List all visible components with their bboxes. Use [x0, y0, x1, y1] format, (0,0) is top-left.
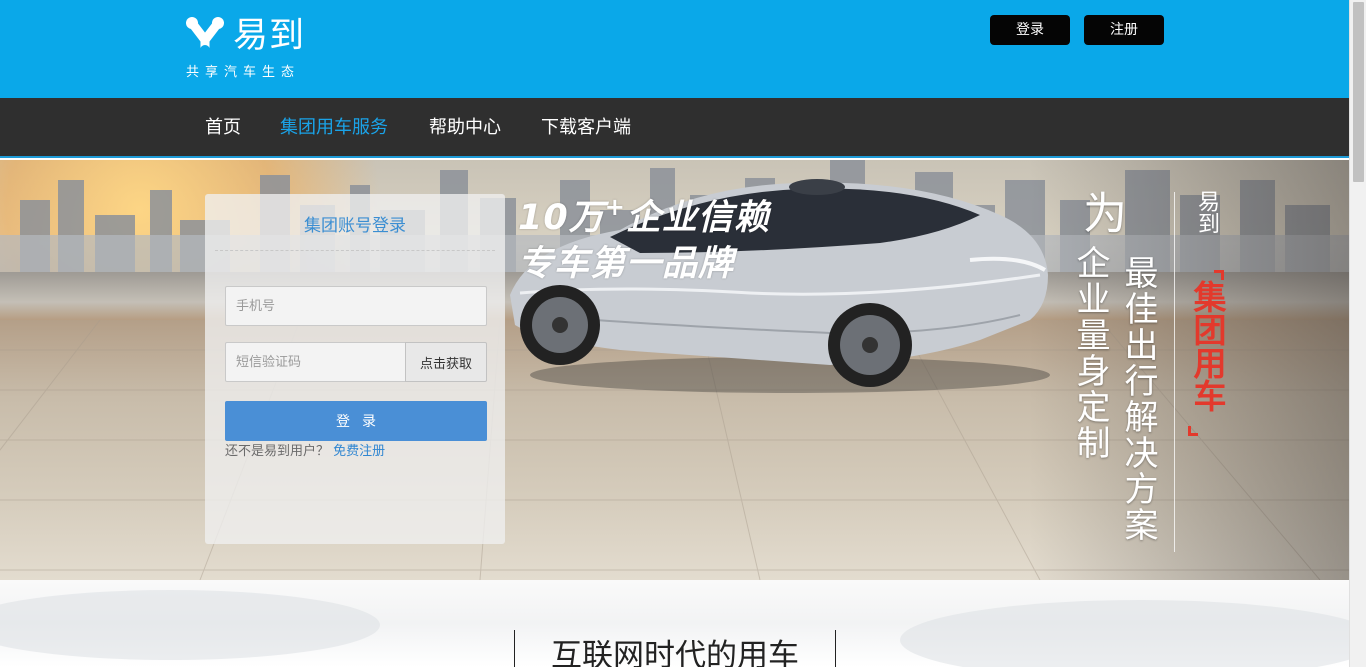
nav-item-help-center[interactable]: 帮助中心: [429, 98, 501, 158]
signup-prompt: 还不是易到用户？ 免费注册: [225, 444, 385, 460]
signup-prompt-text: 还不是易到用户？: [225, 444, 330, 459]
headline-plus: +: [604, 193, 626, 221]
login-divider: [215, 250, 495, 251]
logo-name: 易到: [233, 16, 306, 56]
section-title: 互联网时代的用车: [551, 638, 799, 667]
scrollbar-thumb[interactable]: [1353, 2, 1364, 182]
header-login-button[interactable]: 登录: [990, 15, 1070, 45]
nav-item-group-car-service[interactable]: 集团用车服务: [280, 98, 388, 158]
logo-tagline: 共享汽车生态: [186, 65, 301, 80]
bracket-close-icon: [1188, 426, 1198, 436]
yidao-logo[interactable]: 易到 共享汽车生态: [185, 14, 325, 84]
section-title-frame: 互联网时代的用车: [514, 630, 836, 667]
free-signup-link[interactable]: 免费注册: [333, 444, 385, 459]
nav-item-home[interactable]: 首页: [205, 98, 241, 158]
headline-line-2: 专车第一品牌: [518, 244, 735, 284]
login-submit-button[interactable]: 登录: [225, 401, 487, 441]
cloud-decoration: [900, 600, 1366, 667]
top-header: 易到 共享汽车生态 登录 注册: [0, 0, 1349, 98]
sms-code-input[interactable]: [225, 342, 407, 382]
logo-y-icon: [186, 17, 224, 55]
slogan-custom: 企业量身定制: [1070, 245, 1110, 461]
group-login-panel: 集团账号登录 点击获取 登录 还不是易到用户？ 免费注册: [205, 194, 505, 544]
slogan-wei: 为: [1075, 190, 1126, 234]
service-vertical: 集团用车: [1188, 280, 1227, 412]
hero-headline: 10万+企业信赖 专车第一品牌: [518, 195, 770, 287]
cloud-decoration: [0, 590, 380, 660]
login-title: 集团账号登录: [304, 216, 406, 236]
slogan-divider: [1174, 192, 1175, 552]
bracket-open-icon: [1214, 270, 1224, 280]
get-code-button[interactable]: 点击获取: [405, 342, 487, 382]
header-register-button[interactable]: 注册: [1084, 15, 1164, 45]
headline-trust: 企业信赖: [625, 198, 770, 238]
brand-vertical: 易到: [1194, 190, 1219, 234]
slogan-solution: 最佳出行解决方案: [1118, 255, 1158, 543]
headline-line-1: 10万+企业信赖: [518, 195, 770, 241]
nav-item-download-client[interactable]: 下载客户端: [541, 98, 631, 158]
page-scrollbar[interactable]: [1349, 0, 1366, 667]
headline-count: 10万: [518, 198, 605, 238]
main-nav: 首页 集团用车服务 帮助中心 下载客户端: [0, 98, 1349, 158]
phone-input[interactable]: [225, 286, 487, 326]
